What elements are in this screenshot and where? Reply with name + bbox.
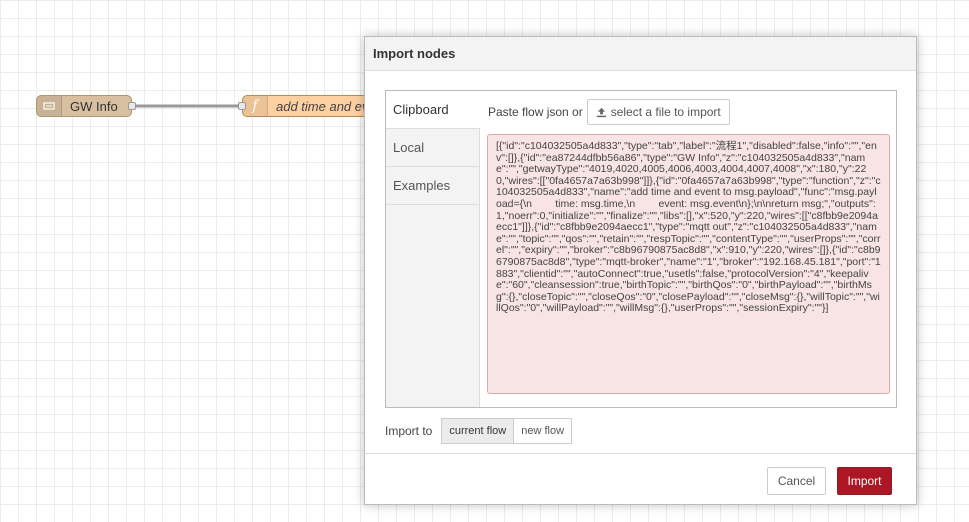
- node-input-port[interactable]: [238, 102, 246, 110]
- clipboard-tab-content: Paste flow json or select a file to impo…: [480, 91, 896, 407]
- inject-icon: [37, 96, 62, 116]
- tab-local[interactable]: Local: [386, 129, 479, 167]
- import-to-row: Import to current flow new flow: [385, 418, 573, 444]
- import-to-label: Import to: [385, 424, 433, 438]
- upload-icon: [596, 107, 606, 117]
- node-label: GW Info: [70, 98, 118, 114]
- import-panel: Clipboard Local Examples Paste flow json…: [385, 90, 897, 408]
- import-to-toggle: current flow new flow: [441, 418, 573, 444]
- select-file-label: select a file to import: [610, 105, 721, 119]
- cancel-button[interactable]: Cancel: [767, 467, 826, 495]
- dialog-footer: Cancel Import: [365, 453, 916, 504]
- new-flow-button[interactable]: new flow: [514, 418, 573, 444]
- paste-flow-label: Paste flow json or: [488, 105, 583, 119]
- import-nodes-dialog: Import nodes Clipboard Local Examples Pa…: [364, 36, 917, 505]
- flow-json-textarea[interactable]: [{"id":"c104032505a4d833","type":"tab","…: [487, 134, 890, 394]
- import-button[interactable]: Import: [837, 467, 892, 495]
- tab-clipboard[interactable]: Clipboard: [386, 91, 480, 129]
- tab-examples[interactable]: Examples: [386, 167, 479, 205]
- import-source-tabs: Clipboard Local Examples: [386, 91, 480, 407]
- function-icon: f: [243, 96, 268, 116]
- node-output-port[interactable]: [128, 102, 136, 110]
- dialog-title: Import nodes: [365, 37, 916, 71]
- current-flow-button[interactable]: current flow: [441, 418, 515, 444]
- gw-info-node[interactable]: GW Info: [36, 95, 132, 117]
- select-file-button[interactable]: select a file to import: [586, 99, 730, 125]
